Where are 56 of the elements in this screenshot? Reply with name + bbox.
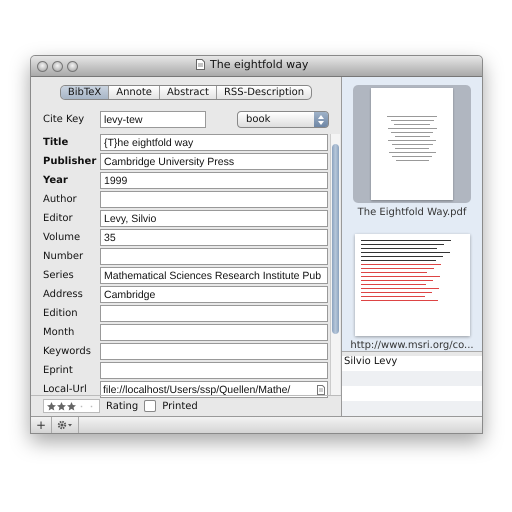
document-icon[interactable] (317, 384, 325, 394)
tab[interactable]: Annote (109, 86, 160, 99)
close-button[interactable] (37, 60, 48, 72)
field-input[interactable] (100, 305, 328, 322)
minimize-button[interactable] (52, 60, 63, 72)
field-input[interactable] (100, 324, 328, 341)
field-label: Eprint (43, 365, 74, 376)
field-label: Publisher (43, 156, 98, 167)
url-text: file://localhost/Users/ssp/Quellen/Mathe/ (103, 384, 292, 396)
file-name: http://www.msri.org/co... (350, 340, 474, 351)
pdf-thumbnail-frame[interactable] (353, 85, 471, 203)
field-label: Editor (43, 213, 74, 224)
tab[interactable]: BibTeX (60, 86, 110, 99)
field-label: Keywords (43, 346, 92, 357)
field-input[interactable]: 35 (100, 229, 328, 246)
field-input[interactable]: 1999 (100, 172, 328, 189)
star-icon[interactable] (67, 402, 76, 410)
tab[interactable]: RSS-Description (216, 86, 312, 99)
stepper-arrows-icon (318, 114, 324, 124)
cite-key-field[interactable]: levy-tew (100, 111, 206, 128)
url-field[interactable]: file://localhost/Users/ssp/Quellen/Mathe/ (100, 381, 328, 398)
field-label: Volume (43, 232, 82, 243)
printed-checkbox[interactable] (144, 400, 156, 412)
zoom-button[interactable] (67, 60, 78, 72)
field-input[interactable]: {T}he eightfold way (100, 134, 328, 151)
field-input[interactable] (100, 191, 328, 208)
field-label: Number (43, 251, 84, 262)
field-label: Author (43, 194, 78, 205)
add-button[interactable]: + (31, 417, 52, 433)
rating-label: Rating (106, 400, 138, 412)
field-label: Title (43, 137, 70, 148)
window-title: The eightfold way (210, 58, 308, 71)
scrollbar[interactable] (330, 134, 340, 395)
field-input[interactable] (100, 362, 328, 379)
field-label: Year (43, 175, 69, 186)
field-input[interactable]: Cambridge (100, 286, 328, 303)
field-input[interactable]: Levy, Silvio (100, 210, 328, 227)
field-label: Cite Key (43, 114, 86, 125)
field-label: Local-Url (43, 384, 88, 395)
type-popup[interactable]: book (237, 111, 329, 128)
star-icon[interactable] (57, 402, 66, 410)
field-input[interactable] (100, 248, 328, 265)
tab[interactable]: Abstract (160, 86, 217, 99)
field-input[interactable]: Cambridge University Press (100, 153, 328, 170)
field-input[interactable]: Mathematical Sciences Research Institute Pub (100, 267, 328, 284)
file-name: The Eightfold Way.pdf (358, 207, 466, 218)
field-label: Series (43, 270, 75, 281)
document-icon (196, 59, 205, 70)
gear-icon (57, 420, 74, 430)
star-icon[interactable] (47, 402, 56, 410)
field-label: Edition (43, 308, 79, 319)
checkbox-label: Printed (162, 400, 198, 412)
field-input[interactable] (100, 343, 328, 360)
field-label: Month (43, 327, 76, 338)
web-page-drawing[interactable] (354, 234, 470, 336)
field-label: Address (43, 289, 84, 300)
